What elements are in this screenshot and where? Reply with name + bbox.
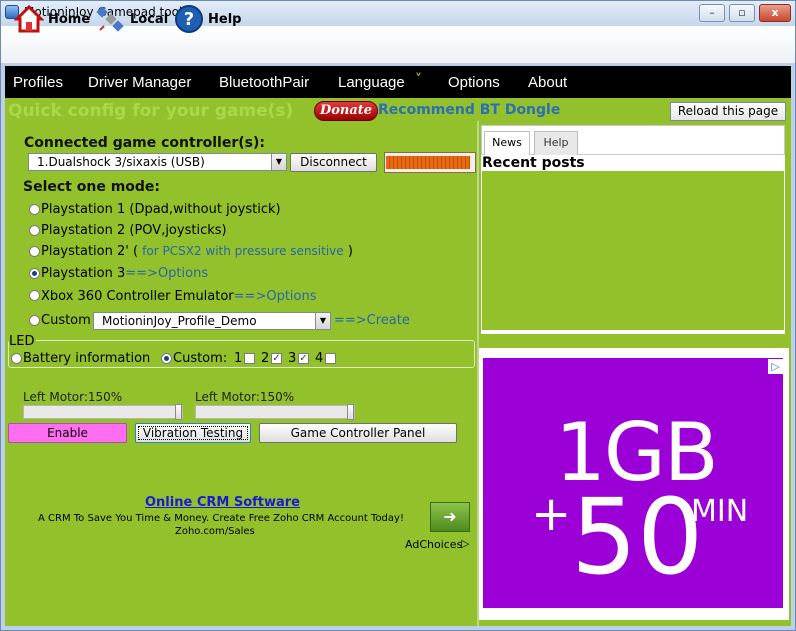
recent-posts-title: Recent posts (482, 155, 585, 171)
ad-min-text: MIN (691, 494, 749, 529)
game-controller-panel-button[interactable]: Game Controller Panel (259, 423, 457, 443)
slider-thumb[interactable] (347, 404, 354, 420)
recommend-bt-dongle-link[interactable]: Recommend BT Dongle (378, 102, 560, 118)
mode-ps3-label: Playstation 3==>Options (41, 266, 208, 281)
mode-custom-radio[interactable] (29, 315, 40, 326)
left-motor-label-1: Left Motor:150% (23, 390, 123, 404)
adchoices-icon: ▷ (461, 537, 470, 550)
donate-button[interactable]: Donate (314, 101, 378, 121)
battery-meter (384, 152, 476, 173)
mode-xbox-text: Xbox 360 Controller Emulator (41, 289, 234, 304)
chevron-down-icon: ▼ (315, 313, 330, 329)
help-label: Help (208, 11, 242, 27)
custom-profile-select[interactable]: MotioninJoy_Profile_Demo ▼ (93, 312, 331, 330)
custom-create-link[interactable]: ==>Create (334, 313, 410, 328)
mode-ps2-pressure-radio[interactable] (29, 246, 40, 257)
maximize-button[interactable]: ▫ (729, 4, 755, 22)
enable-button[interactable]: Enable (8, 423, 127, 443)
left-motor-slider-2[interactable] (195, 404, 355, 420)
menu-language[interactable]: Language (338, 74, 405, 91)
mode-xbox-label: Xbox 360 Controller Emulator==>Options (41, 289, 317, 304)
mode-ps3-radio[interactable] (29, 268, 40, 279)
tab-help[interactable]: Help (534, 131, 578, 155)
controller-select-value: 1.Dualshock 3/sixaxis (USB) (37, 155, 205, 169)
svg-text:?: ? (184, 9, 194, 30)
led-1-checkbox[interactable] (244, 353, 255, 364)
ad-go-arrow-button[interactable]: ➜ (430, 502, 470, 532)
battery-meter-fill (386, 156, 470, 169)
led-2-checkbox[interactable]: ✓ (271, 353, 282, 364)
ad-domain-text: Zoho.com/Sales (175, 526, 255, 537)
led-3-checkbox[interactable]: ✓ (298, 353, 309, 364)
led-4-label: 4 (315, 351, 324, 366)
local-button[interactable]: Local (96, 4, 168, 34)
satellite-icon (96, 6, 124, 32)
recent-posts-bottom (481, 331, 785, 334)
led-custom-radio[interactable] (161, 353, 172, 364)
mode-custom-label: Custom (41, 313, 91, 328)
minimize-button[interactable]: – (699, 4, 725, 22)
led-battery-label: Battery information (23, 351, 151, 366)
led-battery-radio[interactable] (11, 353, 22, 364)
led-4-checkbox[interactable] (325, 353, 336, 364)
ad-banner[interactable]: 1GB + 50 MIN (483, 358, 783, 608)
adchoices-label[interactable]: AdChoices (405, 538, 462, 551)
left-motor-slider-1[interactable] (23, 404, 183, 420)
recent-posts-list (481, 171, 785, 331)
help-button[interactable]: ? Help (174, 4, 241, 34)
vibration-testing-button[interactable]: Vibration Testing (135, 423, 251, 443)
mode-ps2-pressure-note: for PCSX2 with pressure sensitive (142, 244, 344, 258)
ad-title-link[interactable]: Online CRM Software (145, 495, 300, 510)
mode-xbox-radio[interactable] (29, 290, 40, 301)
mode-ps2-pressure-text: Playstation 2' ( (41, 244, 139, 259)
ad-choices-icon[interactable]: ▷ (768, 359, 783, 374)
custom-profile-value: MotioninJoy_Profile_Demo (102, 314, 257, 328)
mode-ps2-pressure-label: Playstation 2' ( for PCSX2 with pressure… (41, 244, 353, 259)
led-custom-label: Custom: (173, 351, 228, 366)
tab-news[interactable]: News (484, 131, 530, 155)
led-label: LED (9, 334, 37, 349)
led-2-label: 2 (261, 351, 270, 366)
select-mode-label: Select one mode: (23, 179, 161, 195)
mode-ps3-options-link[interactable]: ==>Options (125, 266, 208, 281)
led-3-label: 3 (288, 351, 297, 366)
menu-driver-manager[interactable]: Driver Manager (88, 74, 191, 91)
local-label: Local (130, 11, 169, 27)
left-motor-label-2: Left Motor:150% (195, 390, 295, 404)
help-icon: ? (175, 5, 203, 33)
disconnect-button[interactable]: Disconnect (290, 153, 377, 172)
home-label: Home (48, 11, 91, 27)
ad-body-text: A CRM To Save You Time & Money. Create F… (38, 513, 404, 524)
menu-bluetoothpair[interactable]: BluetoothPair (219, 74, 309, 91)
chevron-down-icon: ▼ (271, 154, 286, 170)
mode-xbox-options-link[interactable]: ==>Options (234, 289, 317, 304)
ad-50-text: 50 (571, 476, 704, 598)
reload-page-button[interactable]: Reload this page (670, 102, 786, 121)
home-button[interactable]: Home (14, 4, 90, 34)
mode-ps3-text: Playstation 3 (41, 266, 126, 281)
mode-ps2-pressure-close: ) (347, 244, 353, 259)
slider-thumb[interactable] (175, 404, 182, 420)
quick-config-title: Quick config for your game(s) (8, 101, 294, 121)
mode-ps1-label: Playstation 1 (Dpad,without joystick) (41, 202, 281, 217)
menu-profiles[interactable]: Profiles (13, 74, 63, 91)
connected-controller-label: Connected game controller(s): (24, 135, 265, 151)
controller-select[interactable]: 1.Dualshock 3/sixaxis (USB) ▼ (28, 153, 287, 171)
ad-plus-text: + (531, 486, 572, 542)
mode-ps2-radio[interactable] (29, 225, 40, 236)
menu-about[interactable]: About (528, 74, 567, 91)
mode-ps2-label: Playstation 2 (POV,joysticks) (41, 223, 227, 238)
chevron-down-icon: ˅ (415, 72, 422, 88)
menu-options[interactable]: Options (448, 74, 500, 91)
mode-ps1-radio[interactable] (29, 204, 40, 215)
led-1-label: 1 (234, 351, 243, 366)
close-button[interactable]: x (759, 4, 791, 22)
home-icon (14, 4, 44, 33)
